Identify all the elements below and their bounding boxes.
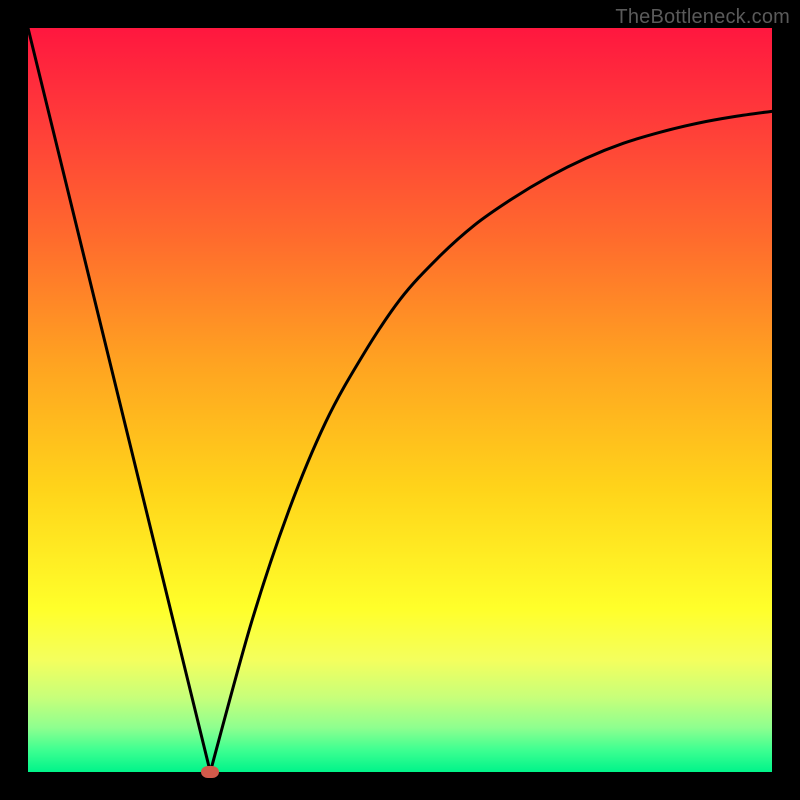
watermark-text: TheBottleneck.com bbox=[615, 6, 790, 29]
chart-container: TheBottleneck.com bbox=[0, 0, 800, 800]
minimum-dot bbox=[201, 766, 219, 778]
plot-area bbox=[28, 28, 772, 772]
bottleneck-curve bbox=[28, 28, 772, 772]
